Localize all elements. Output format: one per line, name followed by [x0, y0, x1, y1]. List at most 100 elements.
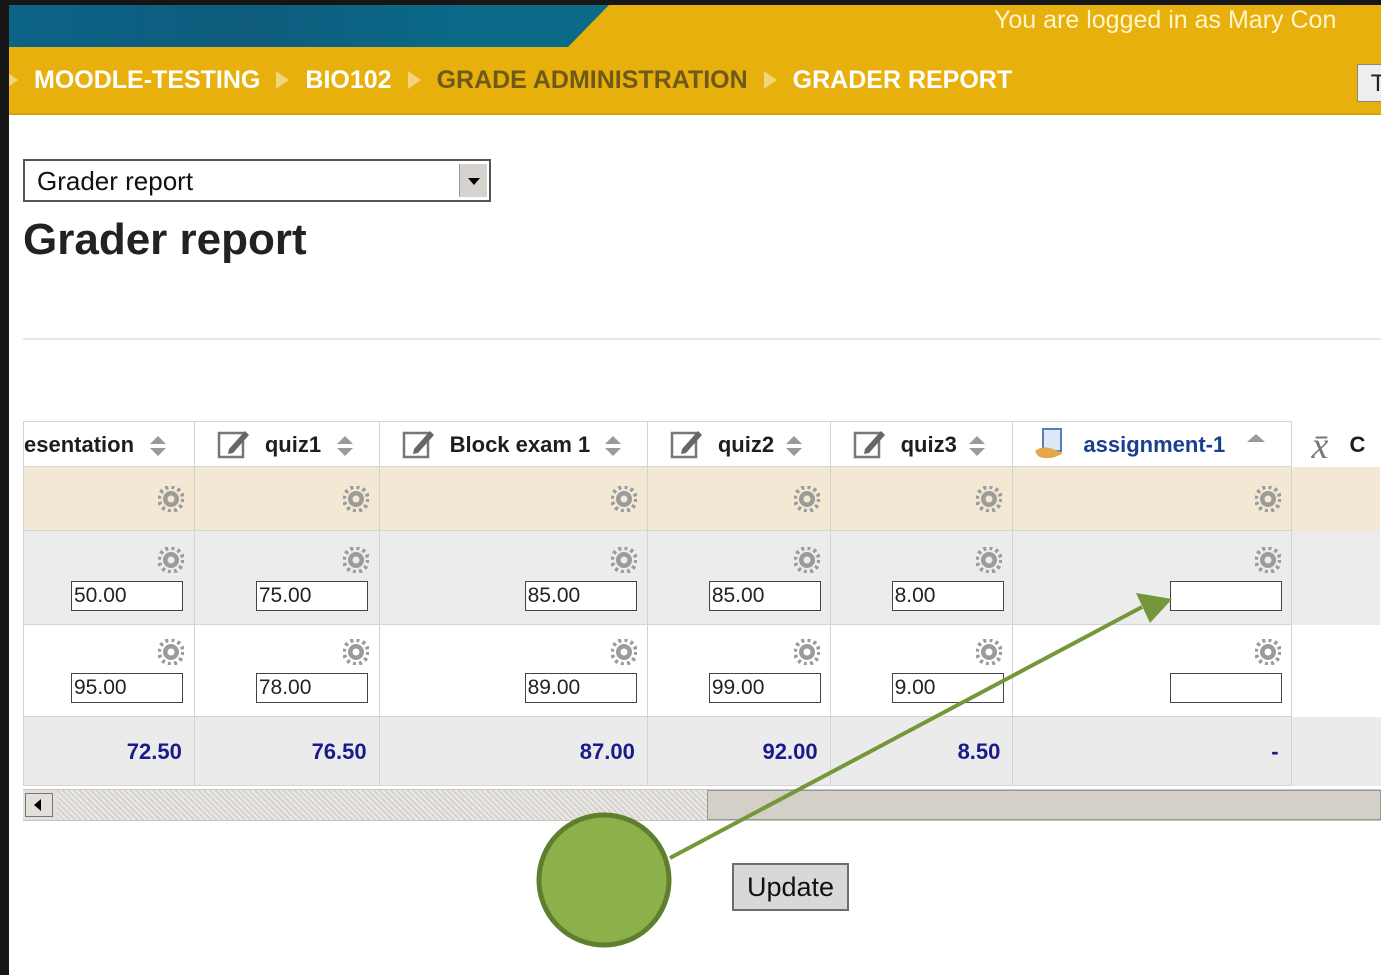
column-header-label[interactable]: quiz1: [265, 432, 321, 458]
report-selector[interactable]: Grader report: [23, 159, 491, 202]
assignment-grade-input[interactable]: [1170, 581, 1283, 611]
column-header-label[interactable]: assignment-1: [1083, 432, 1225, 458]
chevron-down-icon[interactable]: [459, 164, 487, 197]
column-header-label[interactable]: esentation: [24, 432, 134, 458]
gear-icon[interactable]: [610, 547, 637, 573]
edit-icon[interactable]: [853, 427, 887, 461]
grade-input[interactable]: [524, 581, 637, 611]
sort-icon[interactable]: [603, 434, 623, 458]
sort-ascending-icon[interactable]: [1246, 430, 1266, 454]
sort-icon[interactable]: [784, 434, 804, 458]
column-header[interactable]: quiz3: [829, 421, 1014, 467]
update-button[interactable]: Update: [732, 863, 849, 911]
gear-icon[interactable]: [342, 547, 369, 573]
breadcrumb-separator-icon: [276, 71, 290, 89]
grade-cell: [829, 624, 1014, 717]
turn-editing-button[interactable]: T: [1357, 64, 1381, 102]
gear-icon[interactable]: [157, 486, 184, 512]
breadcrumb-separator-icon: [407, 71, 421, 89]
column-header-label[interactable]: quiz3: [901, 432, 957, 458]
gear-icon[interactable]: [976, 547, 1003, 573]
grade-cell: [1012, 530, 1292, 625]
average-icon: x̄: [1311, 424, 1329, 467]
grade-input[interactable]: [891, 581, 1004, 611]
grade-cell: [646, 624, 831, 717]
column-header-label[interactable]: C: [1350, 432, 1366, 458]
gear-icon[interactable]: [1254, 547, 1281, 573]
gear-icon[interactable]: [793, 639, 820, 665]
grade-input[interactable]: [71, 581, 183, 611]
column-header[interactable]: quiz1: [193, 421, 380, 467]
gear-icon[interactable]: [793, 486, 820, 512]
average-cell: [1291, 716, 1381, 786]
sort-icon[interactable]: [967, 434, 987, 458]
gear-icon[interactable]: [793, 547, 820, 573]
gear-icon[interactable]: [1254, 486, 1281, 512]
sort-icon[interactable]: [148, 434, 168, 458]
column-header[interactable]: Block exam 1: [378, 421, 648, 467]
grade-cell: [1012, 624, 1292, 717]
sort-icon[interactable]: [335, 434, 355, 458]
divider: [23, 338, 1381, 340]
range-cell: [829, 466, 1014, 531]
range-cell: [646, 466, 831, 531]
breadcrumb-item-current: GRADER REPORT: [792, 65, 1013, 94]
range-cell: [1291, 466, 1381, 531]
grader-grid: esentation quiz1 Block exam 1 quiz2 quiz: [23, 421, 1381, 786]
grade-cell: [646, 530, 831, 625]
average-value: 76.50: [311, 739, 367, 764]
scroll-left-arrow-icon[interactable]: [25, 793, 53, 817]
average-cell: -: [1012, 716, 1292, 786]
column-header[interactable]: esentation: [23, 421, 195, 467]
breadcrumb-separator-icon: [9, 71, 18, 89]
top-header-bar: You are logged in as Mary Con: [9, 5, 1381, 48]
gear-icon[interactable]: [976, 639, 1003, 665]
login-info: You are logged in as Mary Con: [994, 6, 1337, 34]
overall-average-row: 72.50 76.50 87.00 92.00 8.50 -: [23, 716, 1381, 786]
gear-icon[interactable]: [610, 486, 637, 512]
range-cell: [378, 466, 648, 531]
grade-input[interactable]: [71, 673, 183, 703]
column-header[interactable]: quiz2: [646, 421, 831, 467]
gear-icon[interactable]: [1254, 639, 1281, 665]
edit-icon[interactable]: [217, 427, 251, 461]
average-value: 8.50: [957, 739, 1001, 764]
scrollbar-thumb[interactable]: [707, 790, 1381, 820]
gear-icon[interactable]: [157, 547, 184, 573]
column-header[interactable]: x̄ C: [1291, 421, 1381, 467]
grade-input[interactable]: [524, 673, 637, 703]
breadcrumb: MOODLE-TESTING BIO102 GRADE ADMINISTRATI…: [9, 60, 1012, 100]
grade-cell: [1291, 624, 1381, 717]
breadcrumb-link-site[interactable]: MOODLE-TESTING: [34, 66, 260, 95]
column-header-label[interactable]: quiz2: [718, 432, 774, 458]
edit-icon[interactable]: [402, 427, 436, 461]
column-header[interactable]: assignment-1: [1012, 421, 1292, 467]
column-header-label[interactable]: Block exam 1: [450, 432, 591, 458]
grade-input[interactable]: [708, 673, 821, 703]
grade-input[interactable]: [255, 581, 368, 611]
grade-input[interactable]: [255, 673, 368, 703]
grade-cell: [193, 624, 380, 717]
grade-input[interactable]: [708, 581, 821, 611]
horizontal-scrollbar[interactable]: [23, 789, 1381, 821]
navigation-bar: MOODLE-TESTING BIO102 GRADE ADMINISTRATI…: [9, 47, 1381, 115]
gear-icon[interactable]: [342, 639, 369, 665]
gear-icon[interactable]: [976, 486, 1003, 512]
gear-icon[interactable]: [610, 639, 637, 665]
range-cell: [193, 466, 380, 531]
breadcrumb-link-course[interactable]: BIO102: [305, 66, 391, 95]
scrollbar-track[interactable]: [57, 790, 707, 820]
average-value: 92.00: [762, 739, 818, 764]
breadcrumb-separator-icon: [763, 71, 777, 89]
gear-icon[interactable]: [157, 639, 184, 665]
grade-cell: [378, 530, 648, 625]
average-cell: 8.50: [829, 716, 1014, 786]
edit-icon[interactable]: [670, 427, 704, 461]
gear-icon[interactable]: [342, 486, 369, 512]
grade-cell: [23, 624, 195, 717]
average-cell: 72.50: [23, 716, 195, 786]
header-logo-band: [9, 5, 609, 48]
grade-cell: [829, 530, 1014, 625]
assignment-grade-input[interactable]: [1170, 673, 1283, 703]
grade-input[interactable]: [891, 673, 1004, 703]
